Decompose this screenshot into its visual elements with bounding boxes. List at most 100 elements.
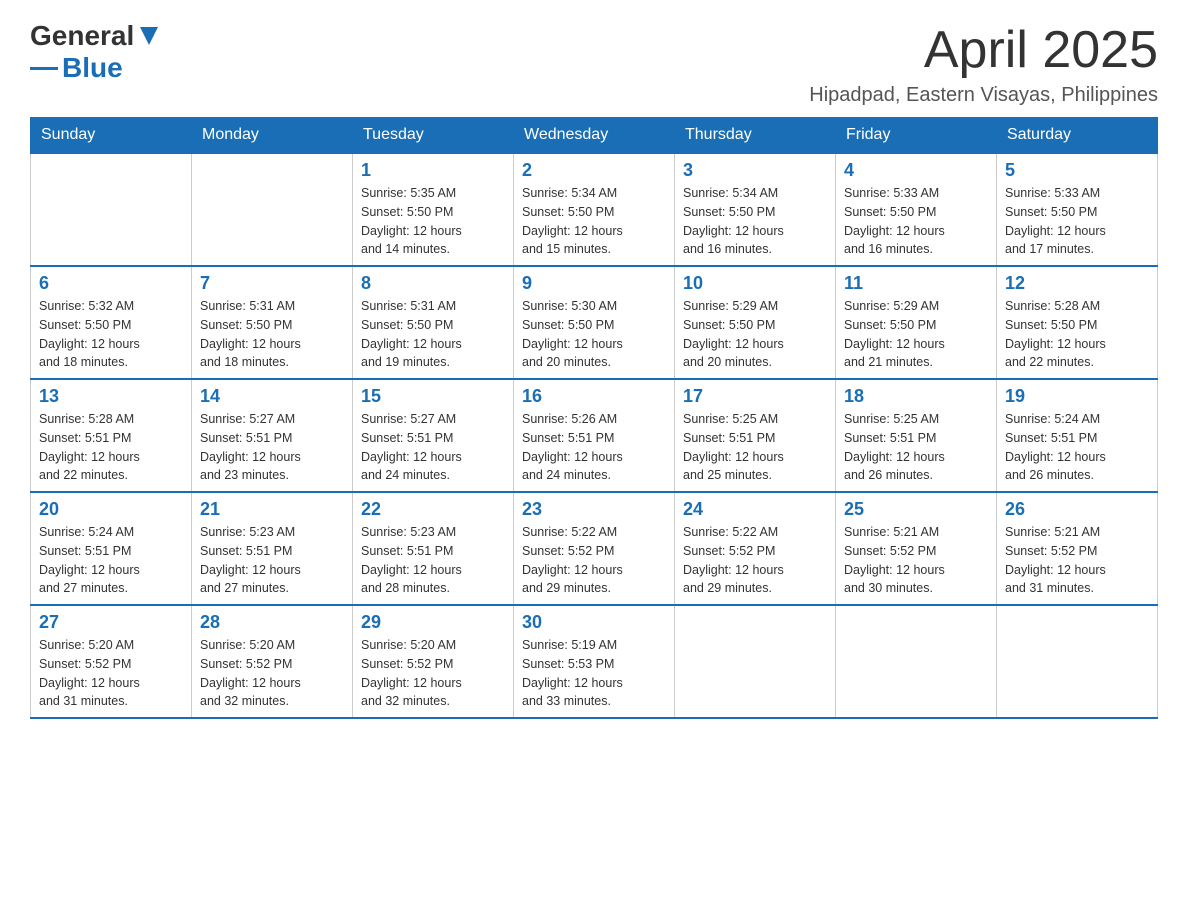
day-info: Sunrise: 5:22 AM Sunset: 5:52 PM Dayligh…	[522, 523, 666, 598]
day-info: Sunrise: 5:20 AM Sunset: 5:52 PM Dayligh…	[39, 636, 183, 711]
day-info: Sunrise: 5:21 AM Sunset: 5:52 PM Dayligh…	[1005, 523, 1149, 598]
calendar-cell: 6 Sunrise: 5:32 AM Sunset: 5:50 PM Daylig…	[31, 266, 192, 379]
calendar-cell: 28Sunrise: 5:20 AM Sunset: 5:52 PM Dayli…	[192, 605, 353, 718]
calendar-cell: 27 Sunrise: 5:20 AM Sunset: 5:52 PM Dayli…	[31, 605, 192, 718]
calendar-cell: 19Sunrise: 5:24 AM Sunset: 5:51 PM Dayli…	[997, 379, 1158, 492]
day-number: 15	[361, 386, 505, 407]
day-info: Sunrise: 5:34 AM Sunset: 5:50 PM Dayligh…	[683, 184, 827, 259]
day-number: 30	[522, 612, 666, 633]
calendar-header-friday: Friday	[836, 118, 997, 154]
day-number: 24	[683, 499, 827, 520]
day-number: 11	[844, 273, 988, 294]
day-info: Sunrise: 5:19 AM Sunset: 5:53 PM Dayligh…	[522, 636, 666, 711]
day-info: Sunrise: 5:27 AM Sunset: 5:51 PM Dayligh…	[200, 410, 344, 485]
day-info: Sunrise: 5:35 AM Sunset: 5:50 PM Dayligh…	[361, 184, 505, 259]
day-info: Sunrise: 5:27 AM Sunset: 5:51 PM Dayligh…	[361, 410, 505, 485]
calendar-cell	[31, 153, 192, 266]
day-number: 18	[844, 386, 988, 407]
calendar-cell: 20 Sunrise: 5:24 AM Sunset: 5:51 PM Dayli…	[31, 492, 192, 605]
day-info: Sunrise: 5:30 AM Sunset: 5:50 PM Dayligh…	[522, 297, 666, 372]
calendar-cell: 22 Sunrise: 5:23 AM Sunset: 5:51 PM Dayli…	[353, 492, 514, 605]
calendar-cell: 3 Sunrise: 5:34 AM Sunset: 5:50 PM Daylig…	[675, 153, 836, 266]
page-header: General Blue April 2025 Hipadpad, Easter…	[30, 20, 1158, 107]
day-number: 26	[1005, 499, 1149, 520]
day-info: Sunrise: 5:33 AM Sunset: 5:50 PM Dayligh…	[1005, 184, 1149, 259]
calendar-cell: 14 Sunrise: 5:27 AM Sunset: 5:51 PM Dayli…	[192, 379, 353, 492]
logo-triangle-icon	[140, 27, 158, 47]
calendar-week-row: 27 Sunrise: 5:20 AM Sunset: 5:52 PM Dayli…	[31, 605, 1158, 718]
day-info: Sunrise: 5:23 AM Sunset: 5:51 PM Dayligh…	[361, 523, 505, 598]
day-info: Sunrise: 5:20 AM Sunset: 5:52 PM Dayligh…	[361, 636, 505, 711]
day-number: 20	[39, 499, 183, 520]
day-info: Sunrise: 5:32 AM Sunset: 5:50 PM Dayligh…	[39, 297, 183, 372]
day-number: 9	[522, 273, 666, 294]
calendar-cell: 30 Sunrise: 5:19 AM Sunset: 5:53 PM Dayli…	[514, 605, 675, 718]
calendar-header-thursday: Thursday	[675, 118, 836, 154]
day-number: 8	[361, 273, 505, 294]
calendar-cell: 24 Sunrise: 5:22 AM Sunset: 5:52 PM Dayli…	[675, 492, 836, 605]
logo-general-text: General	[30, 20, 134, 52]
month-title: April 2025	[809, 20, 1158, 80]
day-number: 2	[522, 160, 666, 181]
calendar-cell: 23 Sunrise: 5:22 AM Sunset: 5:52 PM Dayli…	[514, 492, 675, 605]
calendar-cell: 2 Sunrise: 5:34 AM Sunset: 5:50 PM Daylig…	[514, 153, 675, 266]
day-number: 14	[200, 386, 344, 407]
calendar-cell: 5 Sunrise: 5:33 AM Sunset: 5:50 PM Daylig…	[997, 153, 1158, 266]
day-info: Sunrise: 5:21 AM Sunset: 5:52 PM Dayligh…	[844, 523, 988, 598]
calendar-header-wednesday: Wednesday	[514, 118, 675, 154]
calendar-cell: 29 Sunrise: 5:20 AM Sunset: 5:52 PM Dayli…	[353, 605, 514, 718]
day-info: Sunrise: 5:29 AM Sunset: 5:50 PM Dayligh…	[844, 297, 988, 372]
calendar-cell	[997, 605, 1158, 718]
day-number: 5	[1005, 160, 1149, 181]
day-number: 3	[683, 160, 827, 181]
day-info: Sunrise: 5:20 AM Sunset: 5:52 PM Dayligh…	[200, 636, 344, 711]
logo: General Blue	[30, 20, 158, 84]
day-info: Sunrise: 5:24 AM Sunset: 5:51 PM Dayligh…	[39, 523, 183, 598]
day-number: 16	[522, 386, 666, 407]
calendar-cell: 17Sunrise: 5:25 AM Sunset: 5:51 PM Dayli…	[675, 379, 836, 492]
day-info: Sunrise: 5:22 AM Sunset: 5:52 PM Dayligh…	[683, 523, 827, 598]
day-number: 25	[844, 499, 988, 520]
day-number: 12	[1005, 273, 1149, 294]
calendar-cell: 7Sunrise: 5:31 AM Sunset: 5:50 PM Daylig…	[192, 266, 353, 379]
calendar-cell: 8 Sunrise: 5:31 AM Sunset: 5:50 PM Daylig…	[353, 266, 514, 379]
calendar-cell: 4 Sunrise: 5:33 AM Sunset: 5:50 PM Daylig…	[836, 153, 997, 266]
logo-blue-text: Blue	[62, 52, 123, 84]
day-number: 4	[844, 160, 988, 181]
calendar-cell	[192, 153, 353, 266]
day-number: 13	[39, 386, 183, 407]
day-info: Sunrise: 5:29 AM Sunset: 5:50 PM Dayligh…	[683, 297, 827, 372]
calendar-cell: 10 Sunrise: 5:29 AM Sunset: 5:50 PM Dayli…	[675, 266, 836, 379]
day-info: Sunrise: 5:33 AM Sunset: 5:50 PM Dayligh…	[844, 184, 988, 259]
calendar-cell: 16Sunrise: 5:26 AM Sunset: 5:51 PM Dayli…	[514, 379, 675, 492]
day-number: 6	[39, 273, 183, 294]
day-number: 10	[683, 273, 827, 294]
calendar-cell: 26 Sunrise: 5:21 AM Sunset: 5:52 PM Dayli…	[997, 492, 1158, 605]
day-number: 22	[361, 499, 505, 520]
calendar-cell: 9 Sunrise: 5:30 AM Sunset: 5:50 PM Daylig…	[514, 266, 675, 379]
day-info: Sunrise: 5:25 AM Sunset: 5:51 PM Dayligh…	[844, 410, 988, 485]
day-info: Sunrise: 5:31 AM Sunset: 5:50 PM Dayligh…	[361, 297, 505, 372]
day-number: 17	[683, 386, 827, 407]
calendar-cell: 25 Sunrise: 5:21 AM Sunset: 5:52 PM Dayli…	[836, 492, 997, 605]
day-number: 23	[522, 499, 666, 520]
calendar-header-saturday: Saturday	[997, 118, 1158, 154]
day-number: 1	[361, 160, 505, 181]
calendar-cell: 1 Sunrise: 5:35 AM Sunset: 5:50 PM Daylig…	[353, 153, 514, 266]
day-info: Sunrise: 5:31 AM Sunset: 5:50 PM Dayligh…	[200, 297, 344, 372]
calendar-header-monday: Monday	[192, 118, 353, 154]
day-number: 29	[361, 612, 505, 633]
calendar-cell: 13 Sunrise: 5:28 AM Sunset: 5:51 PM Dayli…	[31, 379, 192, 492]
title-block: April 2025 Hipadpad, Eastern Visayas, Ph…	[809, 20, 1158, 107]
calendar-header-tuesday: Tuesday	[353, 118, 514, 154]
calendar-week-row: 20 Sunrise: 5:24 AM Sunset: 5:51 PM Dayli…	[31, 492, 1158, 605]
calendar-cell	[836, 605, 997, 718]
day-info: Sunrise: 5:34 AM Sunset: 5:50 PM Dayligh…	[522, 184, 666, 259]
day-info: Sunrise: 5:28 AM Sunset: 5:51 PM Dayligh…	[39, 410, 183, 485]
calendar-cell: 12Sunrise: 5:28 AM Sunset: 5:50 PM Dayli…	[997, 266, 1158, 379]
day-info: Sunrise: 5:23 AM Sunset: 5:51 PM Dayligh…	[200, 523, 344, 598]
calendar-cell: 21Sunrise: 5:23 AM Sunset: 5:51 PM Dayli…	[192, 492, 353, 605]
day-number: 27	[39, 612, 183, 633]
day-info: Sunrise: 5:24 AM Sunset: 5:51 PM Dayligh…	[1005, 410, 1149, 485]
calendar-cell	[675, 605, 836, 718]
